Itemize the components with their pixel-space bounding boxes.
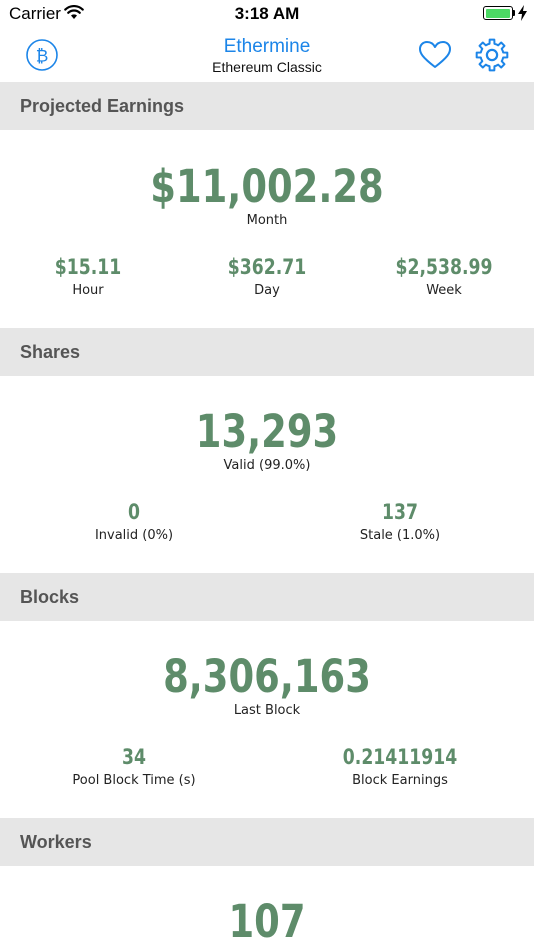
- blocks-pool-time-value: 34: [122, 745, 146, 769]
- heart-icon[interactable]: [418, 40, 452, 70]
- shares-valid-label: Valid (99.0%): [223, 458, 311, 473]
- blocks-earnings-label: Block Earnings: [352, 773, 448, 788]
- blocks-last-label: Last Block: [233, 703, 301, 718]
- shares-stale-label: Stale (1.0%): [359, 528, 441, 543]
- earnings-day-label: Day: [254, 283, 280, 298]
- earnings-month-label: Month: [246, 213, 288, 228]
- shares-valid-value: 13,293: [195, 405, 339, 458]
- shares-invalid-label: Invalid (0%): [94, 528, 174, 543]
- navigation-bar: ₿ Ethermine Ethereum Classic: [0, 28, 534, 82]
- blocks-last-value: 8,306,163: [163, 650, 371, 703]
- nav-title: Ethermine: [223, 36, 311, 57]
- section-header-shares: Shares: [0, 328, 534, 376]
- battery-icon: [483, 6, 513, 20]
- earnings-month-value: $11,002.28: [150, 160, 384, 213]
- shares-stale-value: 137: [382, 500, 418, 524]
- section-title: Projected Earnings: [20, 96, 185, 116]
- earnings-hour-label: Hour: [72, 283, 104, 298]
- charging-bolt-icon: [518, 5, 527, 21]
- earnings-week-label: Week: [426, 283, 462, 298]
- shares-invalid-value: 0: [128, 500, 140, 524]
- workers-count-value: 107: [228, 895, 306, 948]
- section-header-workers: Workers: [0, 818, 534, 866]
- section-title: Workers: [20, 832, 92, 852]
- section-title: Shares: [20, 342, 81, 362]
- battery-tip: [513, 10, 515, 16]
- blocks-earnings-value: 0.21411914: [342, 745, 458, 769]
- nav-subtitle: Ethereum Classic: [212, 59, 322, 75]
- gear-icon[interactable]: [474, 37, 510, 73]
- section-header-blocks: Blocks: [0, 573, 534, 621]
- status-bar: Carrier 3:18 AM: [0, 0, 534, 28]
- section-title: Blocks: [20, 587, 80, 607]
- clock: 3:18 AM: [234, 4, 300, 23]
- blocks-pool-time-label: Pool Block Time (s): [72, 773, 196, 788]
- earnings-week-value: $2,538.99: [395, 255, 493, 279]
- earnings-day-value: $362.71: [227, 255, 307, 279]
- section-header-earnings: Projected Earnings: [0, 82, 534, 130]
- earnings-hour-value: $15.11: [54, 255, 122, 279]
